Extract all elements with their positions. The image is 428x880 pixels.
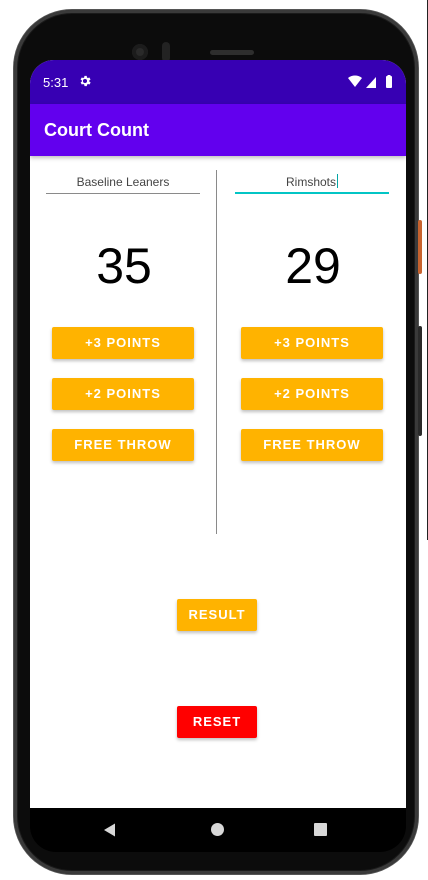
- text-cursor: [337, 174, 338, 188]
- back-icon[interactable]: [102, 822, 118, 838]
- result-button[interactable]: RESULT: [177, 599, 257, 631]
- power-button: [418, 220, 422, 274]
- app-bar: Court Count: [30, 104, 406, 156]
- navigation-bar: [30, 808, 406, 852]
- team-b-free-throw-button[interactable]: FREE THROW: [241, 429, 383, 461]
- team-b-score: 29: [285, 238, 341, 294]
- team-b-name-field[interactable]: Rimshots: [235, 168, 389, 194]
- team-a-plus-three-button[interactable]: +3 POINTS: [52, 327, 194, 359]
- battery-icon: [386, 75, 392, 88]
- signal-icon: [366, 77, 376, 88]
- app-title: Court Count: [44, 120, 149, 140]
- team-a-name-field[interactable]: Baseline Leaners: [46, 168, 200, 194]
- team-a-free-throw-button[interactable]: FREE THROW: [52, 429, 194, 461]
- team-b-column: Rimshots 29 +3 POINTS +2 POINTS FREE THR…: [233, 168, 393, 461]
- status-bar: 5:31: [30, 60, 406, 104]
- team-a-score: 35: [96, 238, 152, 294]
- proximity-sensor: [162, 42, 170, 62]
- team-a-name: Baseline Leaners: [76, 175, 170, 189]
- status-time: 5:31: [43, 75, 69, 90]
- home-icon[interactable]: [211, 823, 224, 836]
- team-a-column: Baseline Leaners 35 +3 POINTS +2 POINTS …: [44, 168, 204, 461]
- front-camera: [132, 44, 148, 60]
- reset-button[interactable]: RESET: [177, 706, 257, 738]
- team-a-plus-two-button[interactable]: +2 POINTS: [52, 378, 194, 410]
- status-icons: [348, 75, 392, 88]
- team-b-plus-two-button[interactable]: +2 POINTS: [241, 378, 383, 410]
- gear-icon: [80, 75, 91, 87]
- volume-button: [418, 326, 422, 436]
- team-b-plus-three-button[interactable]: +3 POINTS: [241, 327, 383, 359]
- team-b-name: Rimshots: [285, 175, 336, 189]
- recents-icon[interactable]: [314, 823, 327, 836]
- earpiece-speaker: [210, 50, 254, 55]
- wifi-icon: [348, 75, 362, 87]
- device-screen: 5:31 Court Count Baseline Leaners 35 +3 …: [30, 60, 406, 808]
- column-divider: [216, 170, 217, 534]
